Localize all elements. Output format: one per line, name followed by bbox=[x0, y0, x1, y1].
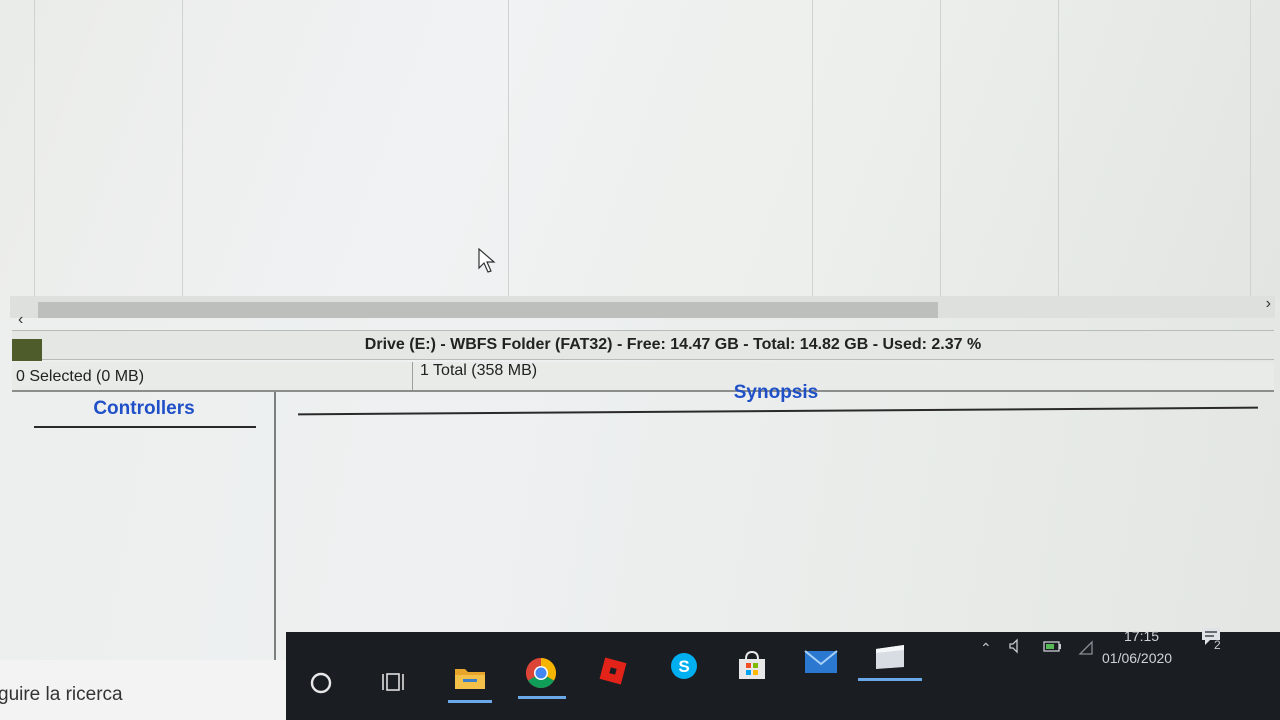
synopsis-panel: Synopsis bbox=[278, 380, 1274, 660]
clock-time[interactable]: 17:15 bbox=[1124, 628, 1159, 644]
wbfs-manager-window: ‹ › Drive (E:) - WBFS Folder (FAT32) - F… bbox=[0, 0, 1280, 660]
selected-count: 0 Selected (0 MB) bbox=[16, 368, 145, 385]
horizontal-scrollbar[interactable]: ‹ › bbox=[10, 296, 1275, 328]
controllers-panel: Controllers bbox=[14, 392, 276, 660]
scrollbar-thumb[interactable] bbox=[38, 302, 938, 318]
wifi-icon[interactable] bbox=[1078, 640, 1094, 659]
app-window-icon[interactable] bbox=[872, 642, 908, 672]
cortana-icon[interactable] bbox=[308, 670, 334, 696]
synopsis-underline bbox=[298, 406, 1258, 416]
controllers-title: Controllers bbox=[93, 398, 195, 419]
svg-text:S: S bbox=[678, 657, 689, 676]
task-view-icon[interactable] bbox=[380, 668, 408, 696]
synopsis-title: Synopsis bbox=[733, 382, 819, 403]
file-explorer-icon[interactable] bbox=[452, 662, 488, 692]
store-icon[interactable] bbox=[734, 648, 770, 684]
roblox-icon[interactable] bbox=[596, 654, 630, 688]
active-indicator bbox=[448, 700, 492, 703]
drive-usage-bar: Drive (E:) - WBFS Folder (FAT32) - Free:… bbox=[12, 330, 1274, 361]
search-placeholder: guire la ricerca bbox=[0, 684, 123, 705]
clock-date[interactable]: 01/06/2020 bbox=[1102, 650, 1172, 666]
column-divider bbox=[812, 0, 813, 300]
taskbar: S ⌃ 17:15 01/06/2020 2 bbox=[286, 628, 1280, 720]
volume-icon[interactable] bbox=[1008, 638, 1024, 657]
column-divider bbox=[1250, 0, 1251, 300]
chevron-right-icon[interactable]: › bbox=[1266, 296, 1271, 312]
column-divider bbox=[34, 0, 35, 300]
taskbar-search-box[interactable]: guire la ricerca bbox=[0, 660, 286, 720]
notification-count: 2 bbox=[1214, 638, 1221, 652]
column-divider bbox=[182, 0, 183, 300]
drive-info-label: Drive (E:) - WBFS Folder (FAT32) - Free:… bbox=[364, 336, 982, 353]
column-divider bbox=[1058, 0, 1059, 300]
skype-icon[interactable]: S bbox=[668, 650, 700, 682]
drive-usage-fill bbox=[12, 339, 42, 361]
chevron-left-icon[interactable]: ‹ bbox=[18, 312, 23, 328]
mouse-cursor-icon bbox=[478, 248, 496, 273]
controllers-underline bbox=[34, 426, 256, 428]
column-divider bbox=[940, 0, 941, 300]
total-count: 1 Total (358 MB) bbox=[420, 362, 538, 379]
mail-icon[interactable] bbox=[802, 646, 840, 678]
column-divider bbox=[508, 0, 509, 300]
chrome-icon[interactable] bbox=[524, 656, 558, 690]
game-list[interactable] bbox=[0, 0, 1280, 300]
chevron-up-icon[interactable]: ⌃ bbox=[980, 640, 992, 657]
active-indicator bbox=[518, 696, 566, 699]
battery-icon[interactable] bbox=[1042, 638, 1064, 657]
active-indicator bbox=[858, 678, 922, 681]
